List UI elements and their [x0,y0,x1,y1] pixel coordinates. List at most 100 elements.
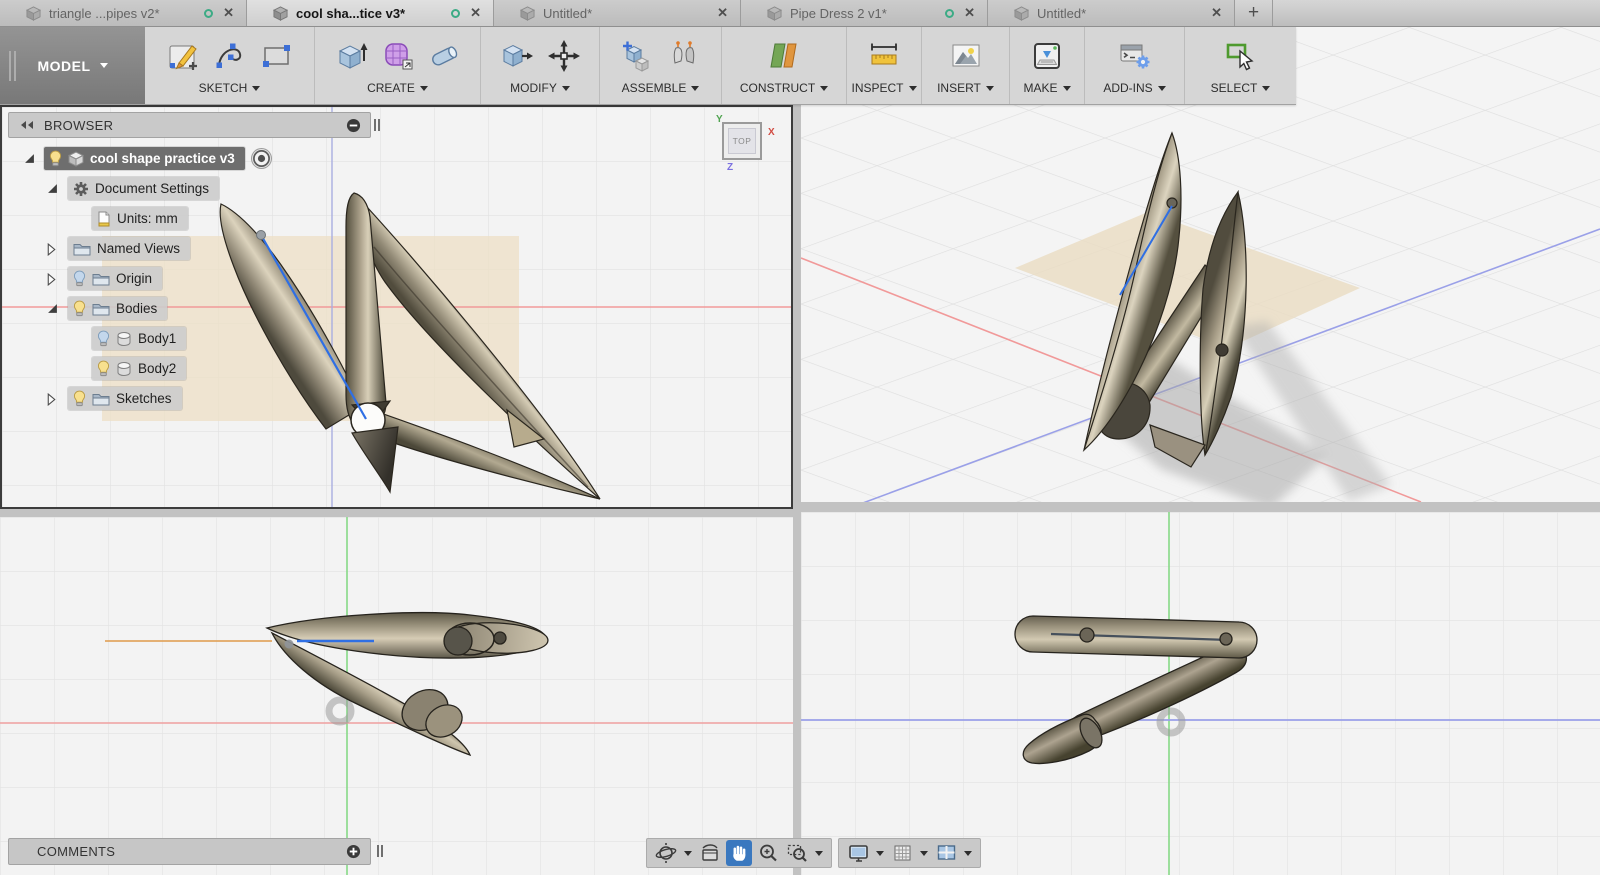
visibility-bulb-icon[interactable] [73,300,86,317]
create-menu[interactable]: CREATE [367,81,428,95]
expanded-triangle-icon [25,154,34,163]
visibility-bulb-off-icon[interactable] [97,330,110,347]
document-tab[interactable]: Pipe Dress 2 v1* ✕ [741,0,988,26]
add-comment-icon[interactable] [346,844,361,859]
visibility-bulb-icon[interactable] [49,150,62,167]
sketch-point[interactable] [284,639,294,649]
viewport-bottom-right[interactable] [801,512,1600,875]
assemble-menu[interactable]: ASSEMBLE [622,81,700,95]
look-at-icon[interactable] [697,840,723,866]
body-cylinder-icon [117,331,131,346]
collapse-panel-icon[interactable] [19,120,35,130]
close-tab-icon[interactable]: ✕ [715,5,730,21]
tree-item-sketches[interactable]: Sketches [68,387,182,410]
visibility-bulb-icon[interactable] [97,360,110,377]
3d-print-icon[interactable] [1030,39,1064,73]
grid-dropdown-icon[interactable] [920,850,928,856]
display-settings-icon[interactable] [845,840,871,866]
scripts-addins-icon[interactable] [1118,39,1152,73]
tree-item-bodies[interactable]: Bodies [68,297,168,320]
rectangle-icon[interactable] [260,39,294,73]
chevron-down-icon [419,85,428,91]
sync-status-icon [204,8,214,18]
active-component-radio[interactable] [251,149,271,168]
tree-item-named-views[interactable]: Named Views [68,237,191,260]
viewport-bottom-left-canvas[interactable] [0,517,793,875]
browser-panel-grip[interactable] [374,119,380,131]
expanded-triangle-icon [48,184,57,193]
new-document-button[interactable]: + [1235,0,1273,26]
viewports-icon[interactable] [933,840,959,866]
tab-label: Untitled* [1037,5,1087,21]
viewport-bottom-right-canvas[interactable] [801,512,1600,875]
create-sketch-icon[interactable] [166,39,200,73]
press-pull-icon[interactable] [500,39,534,73]
inspect-menu[interactable]: INSPECT [851,81,917,95]
make-menu[interactable]: MAKE [1023,81,1071,95]
document-tab[interactable]: Untitled* ✕ [988,0,1235,26]
visibility-bulb-off-icon[interactable] [73,270,86,287]
pipe-icon[interactable] [428,39,462,73]
document-tab[interactable]: triangle ...pipes v2* ✕ [0,0,247,26]
tree-expander[interactable] [47,243,56,256]
move-icon[interactable] [547,39,581,73]
toolbar-group-construct: CONSTRUCT [722,27,847,104]
visibility-bulb-icon[interactable] [73,390,86,407]
document-tab[interactable]: Untitled* ✕ [494,0,741,26]
tree-expander[interactable] [47,273,56,286]
toolbar-grip[interactable] [9,51,16,81]
orbit-dropdown-icon[interactable] [684,850,692,856]
browser-panel-header[interactable]: BROWSER [8,112,371,138]
spline-icon[interactable] [213,39,247,73]
chevron-down-icon [561,85,570,91]
tree-expander[interactable] [47,303,58,314]
tree-item-body2[interactable]: Body2 [92,357,187,380]
remove-panel-icon[interactable] [346,118,361,133]
tree-expander[interactable] [47,393,56,406]
viewcube[interactable]: Y TOP X Z [704,112,790,176]
pan-icon[interactable] [726,840,752,866]
window-zoom-icon[interactable] [784,840,810,866]
tree-expander[interactable] [47,183,58,194]
insert-menu[interactable]: INSERT [937,81,994,95]
orbit-icon[interactable] [653,840,679,866]
sketch-point[interactable] [256,230,266,240]
workspace-switcher-button[interactable]: MODEL [0,27,145,104]
tree-item-document-settings[interactable]: Document Settings [68,177,220,200]
joint-icon[interactable] [667,39,701,73]
insert-image-icon[interactable] [949,39,983,73]
grid-settings-icon[interactable] [889,840,915,866]
select-cursor-icon[interactable] [1224,39,1258,73]
close-tab-icon[interactable]: ✕ [468,5,483,21]
viewport-bottom-left[interactable] [0,517,793,875]
tree-expander[interactable] [24,153,35,164]
close-tab-icon[interactable]: ✕ [221,5,236,21]
close-tab-icon[interactable]: ✕ [962,5,977,21]
construction-plane-icon[interactable] [767,39,801,73]
new-component-icon[interactable] [620,39,654,73]
tree-item-root-component[interactable]: cool shape practice v3 [44,147,271,170]
viewports-dropdown-icon[interactable] [964,850,972,856]
comments-bar-grip[interactable] [377,845,383,857]
comments-bar[interactable]: COMMENTS [8,838,371,865]
construct-menu[interactable]: CONSTRUCT [740,81,829,95]
sketch-menu[interactable]: SKETCH [199,81,261,95]
select-menu[interactable]: SELECT [1211,81,1271,95]
tree-item-units[interactable]: Units: mm [92,207,188,230]
form-icon[interactable] [381,39,415,73]
tree-item-label: Sketches [116,391,172,406]
addins-menu[interactable]: ADD-INS [1103,81,1166,95]
extrude-icon[interactable] [334,39,368,73]
measure-icon[interactable] [867,39,901,73]
chevron-down-icon [1262,85,1271,91]
close-tab-icon[interactable]: ✕ [1209,5,1224,21]
zoom-dropdown-icon[interactable] [815,850,823,856]
modify-menu[interactable]: MODIFY [510,81,570,95]
viewcube-top-face[interactable]: TOP [722,122,762,160]
zoom-icon[interactable] [755,840,781,866]
tree-item-origin[interactable]: Origin [68,267,163,290]
document-tab-active[interactable]: cool sha...tice v3* ✕ [247,0,494,26]
chevron-down-icon [908,85,917,91]
display-dropdown-icon[interactable] [876,850,884,856]
tree-item-body1[interactable]: Body1 [92,327,187,350]
